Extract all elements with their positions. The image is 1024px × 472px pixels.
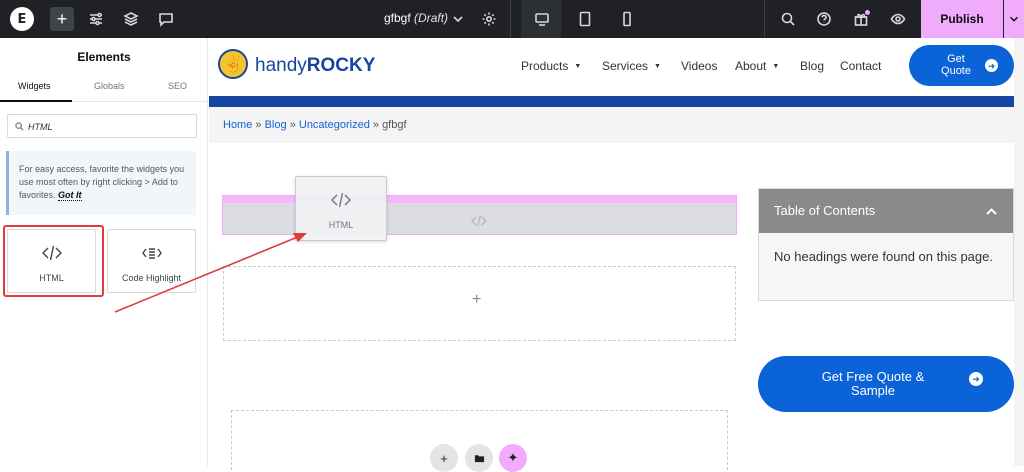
caret-down-icon: ▼ (654, 63, 661, 70)
table-of-contents: Table of Contents No headings were found… (758, 188, 1014, 301)
widget-search[interactable] (7, 114, 197, 138)
caret-down-icon: ▼ (574, 63, 582, 70)
breadcrumb-separator: » (372, 119, 379, 131)
brand-name-light: handy (255, 55, 307, 76)
get-quote-button[interactable]: Get Quote ➜ (909, 45, 1014, 86)
brand-name-bold: ROCKY (306, 55, 376, 76)
editor-canvas: ✌ handyROCKY Products ▼ Services ▼ Videos … (209, 38, 1024, 472)
ai-sparkle-icon[interactable]: ✦ (499, 444, 527, 472)
nav-label: Services (602, 59, 649, 73)
toc-header[interactable]: Table of Contents (759, 189, 1013, 233)
toc-empty-message: No headings were found on this page. (774, 249, 993, 264)
breadcrumb-current: gfbgf (382, 119, 407, 131)
notes-comment-icon[interactable] (154, 7, 178, 31)
panel-tabs: Widgets Globals SEO (0, 76, 208, 102)
tablet-icon[interactable] (573, 7, 597, 31)
topbar-divider (764, 0, 765, 38)
breadcrumb-bar: Home » Blog » Uncategorized » gfbgf (209, 107, 1024, 143)
chevron-down-icon[interactable] (446, 7, 470, 31)
breadcrumb-separator: » (255, 119, 262, 131)
highlight-box (3, 225, 104, 297)
help-icon[interactable] (812, 7, 836, 31)
canvas-scrollbar[interactable] (1014, 38, 1024, 466)
search-icon[interactable] (776, 7, 800, 31)
free-quote-label: Get Free Quote & Sample (821, 369, 925, 398)
dragged-widget-label: HTML (328, 220, 354, 230)
add-element-button[interactable]: + (50, 7, 74, 31)
nav-blog[interactable]: Blog (800, 59, 824, 73)
widget-search-input[interactable] (28, 119, 193, 134)
widget-label: Code Highlight (121, 273, 182, 283)
brand-name[interactable]: handyROCKY (255, 55, 375, 77)
site-settings-icon[interactable] (84, 7, 108, 31)
breadcrumb: Home » Blog » Uncategorized » gfbgf (223, 119, 407, 131)
nav-products[interactable]: Products ▼ (521, 59, 581, 73)
code-highlight-icon (141, 248, 162, 259)
preview-eye-icon[interactable] (886, 7, 910, 31)
nav-label: Products (521, 59, 569, 73)
elements-panel: Elements Widgets Globals SEO For easy ac… (0, 38, 208, 466)
breadcrumb-category[interactable]: Uncategorized (299, 119, 370, 131)
template-library-folder-icon[interactable] (465, 444, 493, 472)
code-icon (471, 215, 487, 227)
add-widget-plus-icon[interactable]: + (472, 291, 481, 309)
code-icon (331, 192, 351, 208)
tip-text: For easy access, favorite the widgets yo… (19, 164, 185, 200)
editor-topbar: E + gfbgf (Draft) Publish (0, 0, 1024, 38)
breadcrumb-home[interactable]: Home (223, 119, 252, 131)
nav-contact[interactable]: Contact (840, 59, 881, 73)
got-it-link[interactable]: Got It (58, 190, 82, 201)
site-header: ✌ handyROCKY Products ▼ Services ▼ Videos … (209, 38, 1024, 96)
plus-icon: + (56, 8, 68, 29)
arrow-right-circle-icon: ➜ (969, 372, 983, 386)
brand-logo-icon[interactable]: ✌ (218, 49, 248, 79)
get-quote-label: Get Quote (941, 53, 971, 77)
desktop-icon (530, 7, 554, 31)
header-accent-bar (209, 96, 1024, 107)
free-quote-button[interactable]: Get Free Quote & Sample ➜ (758, 356, 1014, 412)
notification-dot (865, 10, 870, 15)
panel-title: Elements (77, 50, 131, 64)
document-status: (Draft) (414, 11, 449, 25)
nav-services[interactable]: Services ▼ (602, 59, 661, 73)
breadcrumb-blog[interactable]: Blog (265, 119, 287, 131)
nav-videos[interactable]: Videos (681, 59, 717, 73)
page-settings-gear-icon[interactable] (477, 7, 501, 31)
elementor-logo-icon[interactable]: E (10, 7, 34, 31)
tab-globals[interactable]: Globals (94, 81, 125, 91)
mobile-icon[interactable] (615, 7, 639, 31)
favorites-tip: For easy access, favorite the widgets yo… (6, 151, 196, 215)
tab-seo[interactable]: SEO (168, 81, 187, 91)
chevron-up-icon[interactable] (985, 205, 998, 218)
active-tab-indicator (0, 100, 72, 102)
caret-down-icon: ▼ (772, 63, 780, 70)
nav-label: About (735, 59, 767, 73)
empty-section[interactable]: + (223, 266, 736, 341)
breadcrumb-separator: » (289, 119, 296, 131)
widget-code-highlight[interactable]: Code Highlight (107, 229, 196, 293)
topbar-divider (510, 0, 511, 38)
chevron-down-icon (1010, 16, 1018, 22)
publish-button[interactable]: Publish (921, 0, 1003, 38)
document-title-name: gfbgf (384, 11, 411, 25)
nav-about[interactable]: About ▼ (735, 59, 779, 73)
document-title[interactable]: gfbgf (Draft) (384, 11, 448, 25)
structure-layers-icon[interactable] (119, 7, 143, 31)
arrow-right-circle-icon: ➜ (985, 59, 998, 72)
toc-title: Table of Contents (774, 203, 876, 218)
add-section-plus-icon[interactable]: + (430, 444, 458, 472)
search-icon (15, 122, 24, 131)
publish-options-button[interactable] (1003, 0, 1024, 38)
tab-widgets[interactable]: Widgets (18, 81, 51, 91)
dragged-html-widget[interactable]: HTML (295, 176, 387, 241)
